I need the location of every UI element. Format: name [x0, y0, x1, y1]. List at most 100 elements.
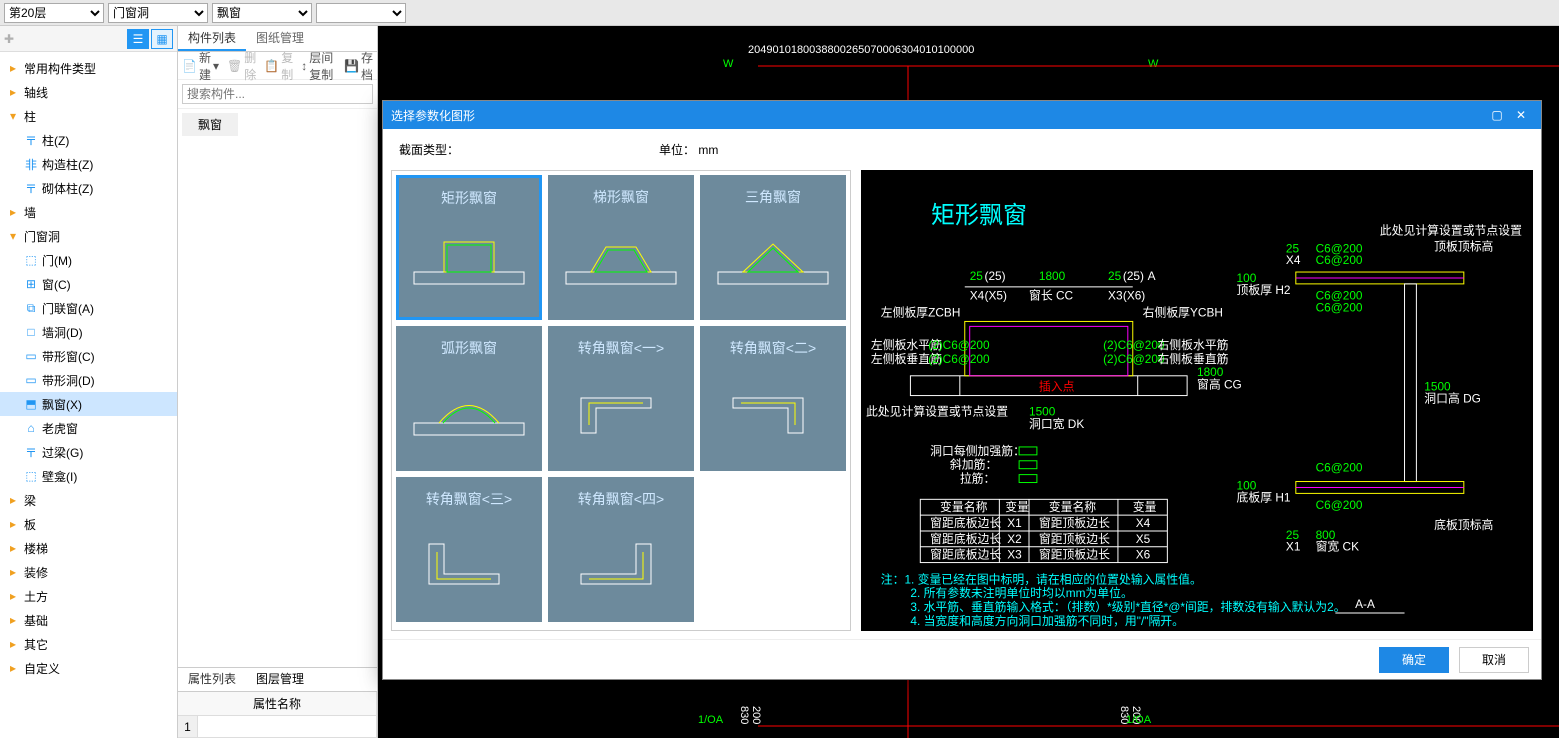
hole-icon: □ [24, 325, 38, 339]
svg-text:变量: 变量 [1005, 500, 1029, 514]
shape-trap[interactable]: 梯形飘窗 [548, 175, 694, 320]
maximize-icon[interactable]: ▢ [1485, 108, 1509, 122]
svg-text:注：1. 变量已经在图中标明，请在相应的位置处输入属性值。: 注：1. 变量已经在图中标明，请在相应的位置处输入属性值。 [881, 572, 1202, 586]
shape-rect[interactable]: 矩形飘窗 [396, 175, 542, 320]
svg-text:左侧板厚ZCBH: 左侧板厚ZCBH [881, 306, 961, 320]
shape-corner1[interactable]: 转角飘窗<一> [548, 326, 694, 471]
folder-icon: ▸ [6, 613, 20, 627]
tab-layers[interactable]: 图层管理 [246, 668, 314, 691]
floor-select[interactable]: 第20层 [4, 3, 104, 23]
shape-corner2[interactable]: 转角飘窗<二> [700, 326, 846, 471]
view-list-icon[interactable]: ☰ [127, 29, 149, 49]
prop-head-name: 属性名称 [178, 692, 377, 715]
svg-text:洞口高 DG: 洞口高 DG [1424, 391, 1481, 405]
tree-door[interactable]: ▾门窗洞 [0, 224, 177, 248]
svg-text:X5: X5 [1136, 532, 1151, 546]
tree-door-qd[interactable]: □墙洞(D) [0, 320, 177, 344]
shape-corner4[interactable]: 转角飘窗<四> [548, 477, 694, 622]
folder-icon: ▾ [6, 109, 20, 123]
preview-title: 矩形飘窗 [931, 195, 1027, 230]
lintel-icon: 〒 [24, 444, 38, 461]
svg-text:X3: X3 [1108, 289, 1123, 303]
tab-comp-list[interactable]: 构件列表 [178, 26, 246, 51]
tree-door-dxd[interactable]: ▭带形洞(D) [0, 368, 177, 392]
svg-text:底板厚 H1: 底板厚 H1 [1237, 490, 1291, 504]
tree-door-c[interactable]: ⊞窗(C) [0, 272, 177, 296]
svg-text:(X6): (X6) [1123, 289, 1145, 303]
close-icon[interactable]: ✕ [1509, 108, 1533, 122]
svg-text:顶板厚 H2: 顶板厚 H2 [1237, 283, 1291, 297]
modal-title: 选择参数化图形 [391, 107, 1485, 124]
mid-panel: × 构件列表 图纸管理 📄新建▾ 🗑删除 📋复制 ↕层间复制 💾存档 飘窗 属性… [178, 26, 378, 738]
tree-door-gl[interactable]: 〒过梁(G) [0, 440, 177, 464]
svg-text:(2)C6@200: (2)C6@200 [928, 338, 990, 352]
section-type-label: 截面类型： [399, 141, 459, 158]
tree-slab[interactable]: ▸板 [0, 512, 177, 536]
tree-door-dxc[interactable]: ▭带形窗(C) [0, 344, 177, 368]
shape-arc[interactable]: 弧形飘窗 [396, 326, 542, 471]
prop-row-val[interactable] [198, 716, 377, 738]
svg-text:25: 25 [1108, 269, 1122, 283]
tree-door-m[interactable]: ⬚门(M) [0, 248, 177, 272]
tab-drawing-mgmt[interactable]: 图纸管理 [246, 26, 314, 51]
shape-corner3[interactable]: 转角飘窗<三> [396, 477, 542, 622]
tree-col-z[interactable]: 〒柱(Z) [0, 128, 177, 152]
category-select[interactable]: 门窗洞 [108, 3, 208, 23]
folder-icon: ▸ [6, 85, 20, 99]
tree-door-bk[interactable]: ⬚壁龛(I) [0, 464, 177, 488]
delete-button[interactable]: 🗑删除 [227, 49, 256, 83]
add-icon[interactable]: ✚ [4, 32, 14, 46]
component-tree: ▸常用构件类型 ▸轴线 ▾柱 〒柱(Z) 非构造柱(Z) 〒砌体柱(Z) ▸墙 … [0, 52, 177, 738]
tree-col-gzz[interactable]: 非构造柱(Z) [0, 152, 177, 176]
svg-text:右侧板水平筋: 右侧板水平筋 [1157, 338, 1228, 352]
tree-col[interactable]: ▾柱 [0, 104, 177, 128]
shape-label: 转角飘窗<四> [578, 489, 664, 509]
prop-row-num: 1 [178, 716, 198, 738]
svg-text:窗距底板边长: 窗距底板边长 [930, 532, 1001, 546]
copy-button[interactable]: 📋复制 [264, 49, 293, 83]
type-select[interactable]: 飘窗 [212, 3, 312, 23]
tree-axis[interactable]: ▸轴线 [0, 80, 177, 104]
shape-label: 弧形飘窗 [441, 338, 497, 358]
archive-button[interactable]: 💾存档 [344, 49, 373, 83]
cancel-button[interactable]: 取消 [1459, 647, 1529, 673]
tree-found[interactable]: ▸基础 [0, 608, 177, 632]
search-input[interactable] [182, 84, 373, 104]
svg-text:3. 水平筋、垂直筋输入格式：（排数）*级别*直径*@*间距: 3. 水平筋、垂直筋输入格式：（排数）*级别*直径*@*间距，排数没有输入默认为… [910, 600, 1345, 614]
svg-text:右侧板厚YCBH: 右侧板厚YCBH [1143, 306, 1223, 320]
tree-col-qtz[interactable]: 〒砌体柱(Z) [0, 176, 177, 200]
comp-item[interactable]: 飘窗 [182, 113, 238, 136]
svg-text:X2: X2 [1007, 532, 1022, 546]
tree-door-lhc[interactable]: ⌂老虎窗 [0, 416, 177, 440]
svg-text:洞口宽 DK: 洞口宽 DK [1029, 417, 1084, 431]
tree-door-mlc[interactable]: ⧉门联窗(A) [0, 296, 177, 320]
tree-door-pc[interactable]: ⬒飘窗(X) [0, 392, 177, 416]
new-button[interactable]: 📄新建▾ [182, 49, 219, 83]
window-icon: ▭ [24, 349, 38, 363]
folder-icon: ▸ [6, 661, 20, 675]
svg-text:变量名称: 变量名称 [940, 500, 988, 514]
svg-text:X6: X6 [1136, 548, 1151, 562]
svg-text:25: 25 [970, 269, 984, 283]
tab-properties[interactable]: 属性列表 [178, 668, 246, 691]
tree-common[interactable]: ▸常用构件类型 [0, 56, 177, 80]
shape-tri[interactable]: 三角飘窗 [700, 175, 846, 320]
tree-custom[interactable]: ▸自定义 [0, 656, 177, 680]
tree-stair[interactable]: ▸楼梯 [0, 536, 177, 560]
window-icon: ⊞ [24, 277, 38, 291]
view-grid-icon[interactable]: ▦ [151, 29, 173, 49]
tree-other[interactable]: ▸其它 [0, 632, 177, 656]
svg-text:变量名称: 变量名称 [1049, 500, 1097, 514]
ext-select[interactable] [316, 3, 406, 23]
ok-button[interactable]: 确定 [1379, 647, 1449, 673]
tree-wall[interactable]: ▸墙 [0, 200, 177, 224]
tree-deco[interactable]: ▸装修 [0, 560, 177, 584]
layer-copy-button[interactable]: ↕层间复制 [301, 49, 336, 83]
hole-icon: ▭ [24, 373, 38, 387]
svg-text:(25): (25) [985, 269, 1006, 283]
tree-earth[interactable]: ▸土方 [0, 584, 177, 608]
left-panel: ✚ ☰ ▦ ▸常用构件类型 ▸轴线 ▾柱 〒柱(Z) 非构造柱(Z) 〒砌体柱(… [0, 26, 178, 738]
tree-beam[interactable]: ▸梁 [0, 488, 177, 512]
svg-text:1800: 1800 [1039, 269, 1066, 283]
svg-text:A: A [1148, 269, 1156, 283]
